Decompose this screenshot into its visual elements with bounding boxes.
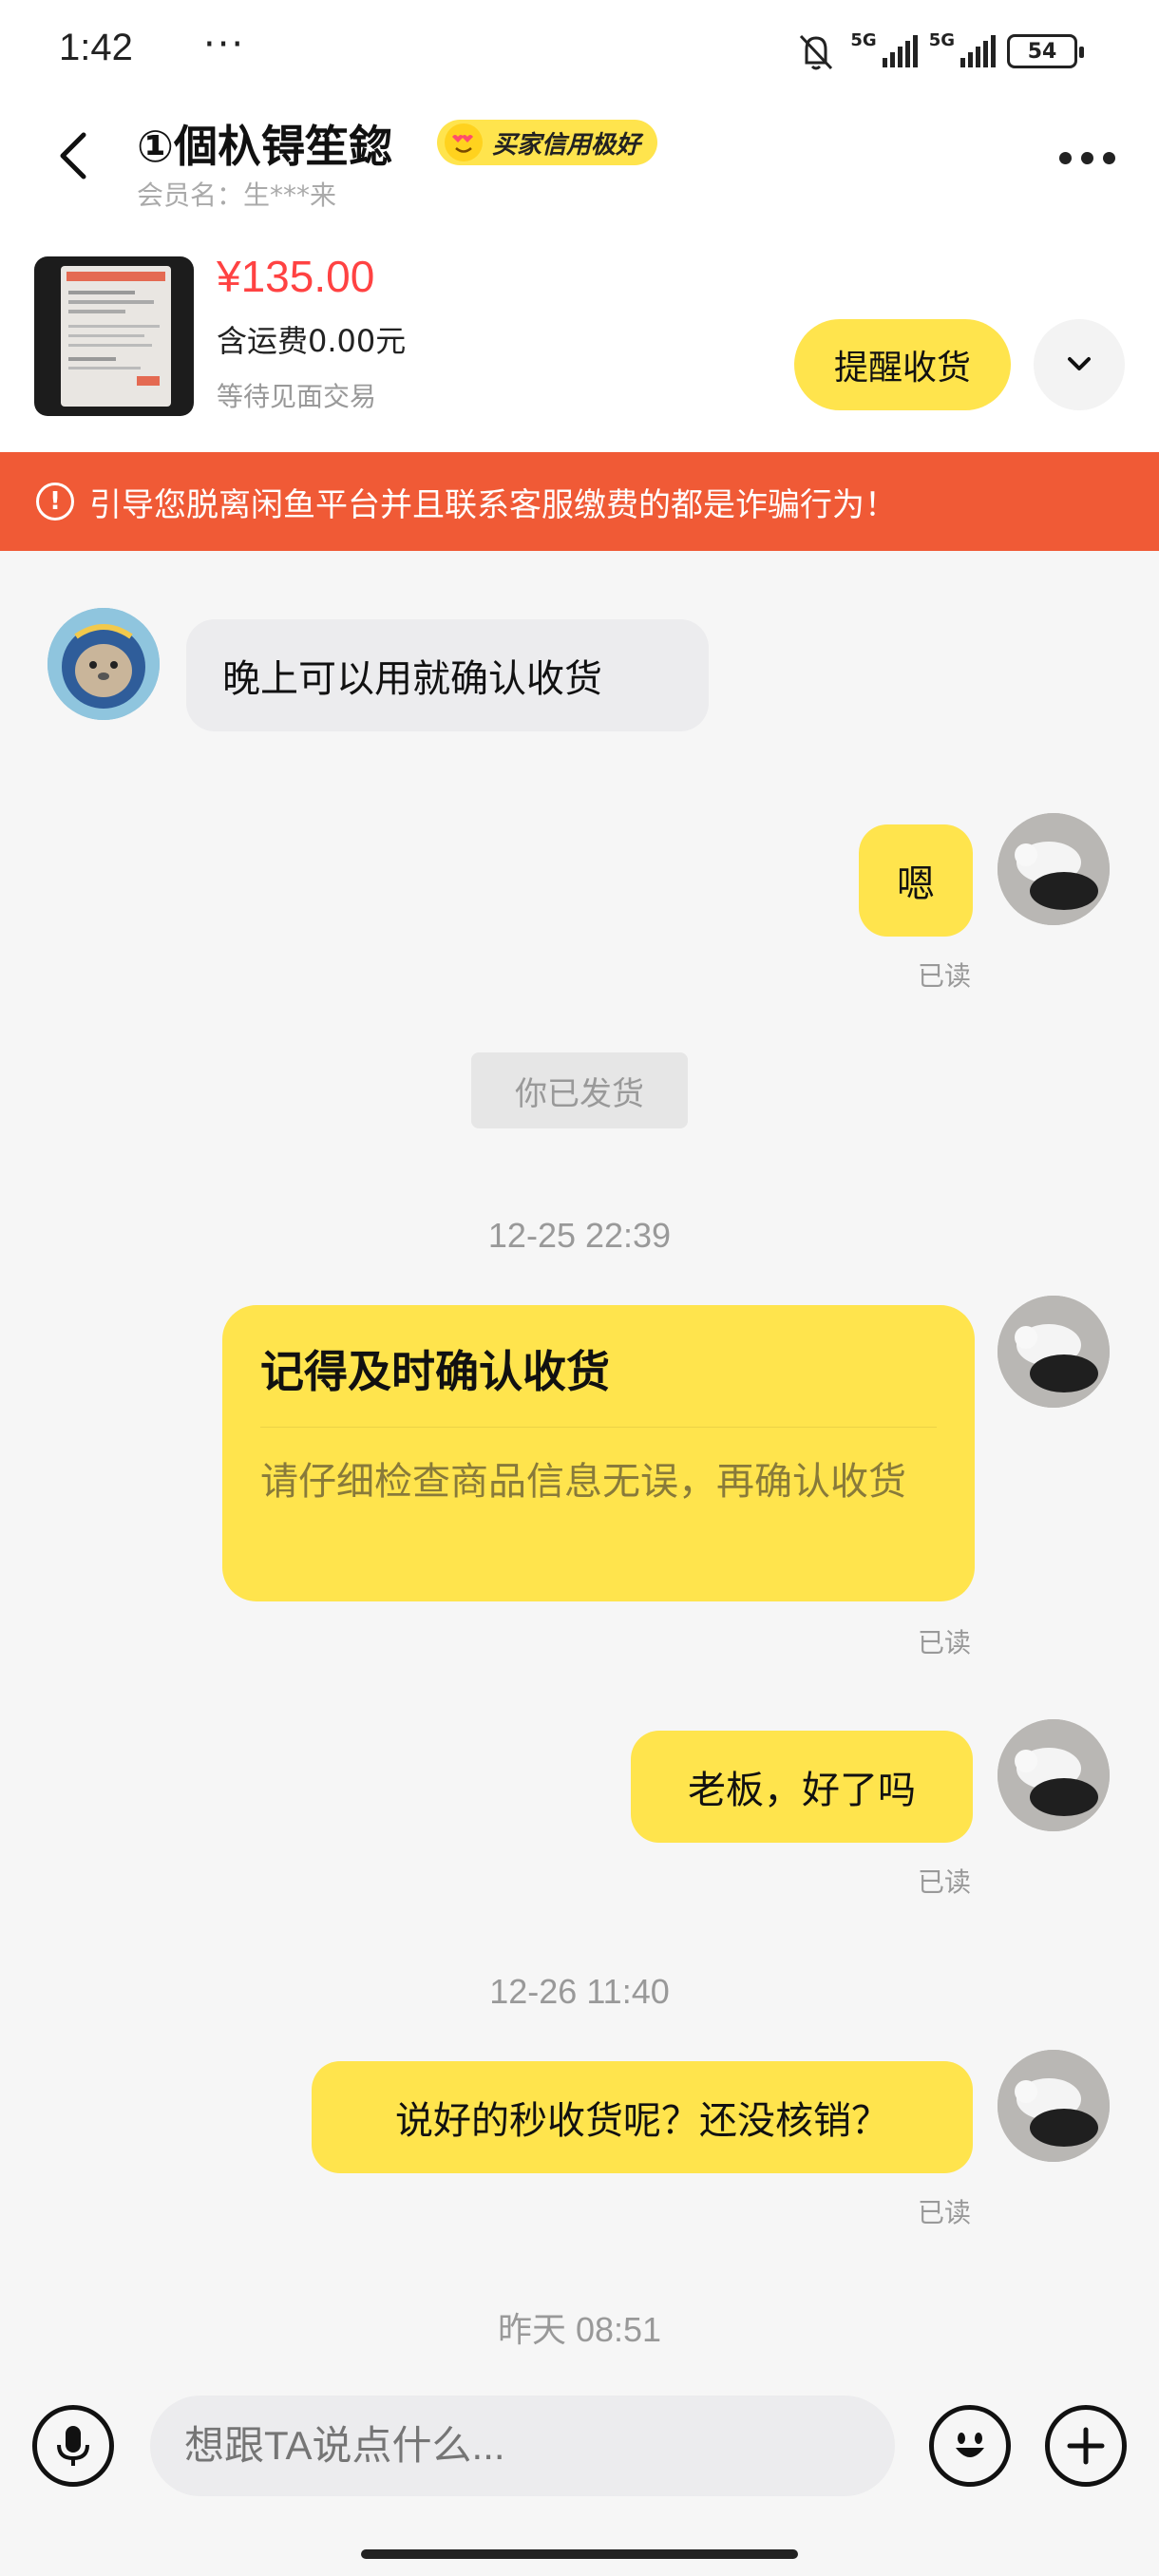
warning-icon: ! xyxy=(36,483,74,521)
system-message: 你已发货 xyxy=(471,1052,688,1128)
chat-title: ①個杁锝笙鍃 xyxy=(137,121,392,172)
my-avatar[interactable] xyxy=(998,813,1110,925)
dot-icon xyxy=(1059,152,1072,164)
message-bubble-incoming: 晚上可以用就确认收货 xyxy=(186,619,709,731)
my-avatar[interactable] xyxy=(998,1719,1110,1831)
signal-icon xyxy=(882,35,918,67)
silent-bell-icon xyxy=(800,34,833,70)
trade-status: 等待见面交易 xyxy=(217,381,377,412)
fraud-warning-banner: ! 引导您脱离闲鱼平台并且联系客服缴费的都是诈骗行为！ xyxy=(0,452,1159,551)
seller-avatar[interactable] xyxy=(48,608,160,720)
network-label-1: 5G xyxy=(850,30,877,50)
home-indicator[interactable] xyxy=(361,2549,798,2559)
emoji-button[interactable] xyxy=(929,2405,1011,2487)
status-time: 1:42 xyxy=(59,27,133,68)
status-more-dots: ··· xyxy=(203,23,246,66)
heart-eyes-icon xyxy=(445,123,483,161)
my-avatar[interactable] xyxy=(998,1296,1110,1408)
plus-icon xyxy=(1067,2427,1105,2465)
signal-icon xyxy=(960,35,996,67)
dot-icon xyxy=(1081,152,1093,164)
microphone-icon xyxy=(57,2426,89,2466)
member-name: 会员名：生***来 xyxy=(137,180,337,211)
credit-badge-label: 买家信用极好 xyxy=(492,130,641,160)
timestamp: 12-26 11:40 xyxy=(489,1972,670,2011)
chevron-left-icon xyxy=(60,132,86,180)
message-bubble-outgoing: 嗯 xyxy=(859,824,973,937)
voice-button[interactable] xyxy=(32,2405,114,2487)
message-bubble-outgoing: 说好的秒收货呢？还没核销？ xyxy=(312,2061,973,2173)
product-price: ¥135.00 xyxy=(217,252,375,301)
my-avatar[interactable] xyxy=(998,2050,1110,2162)
chevron-down-icon xyxy=(1068,357,1091,370)
add-button[interactable] xyxy=(1045,2405,1127,2487)
read-receipt: 已读 xyxy=(918,2197,972,2228)
message-input[interactable] xyxy=(150,2396,895,2496)
message-bubble-outgoing: 老板，好了吗 xyxy=(631,1731,973,1843)
remind-receipt-button[interactable]: 提醒收货 xyxy=(794,319,1011,410)
credit-badge: 买家信用极好 xyxy=(437,120,658,165)
network-label-2: 5G xyxy=(928,30,955,50)
expand-button[interactable] xyxy=(1034,319,1125,410)
dot-icon xyxy=(1103,152,1115,164)
receipt-image xyxy=(61,266,171,407)
product-thumbnail[interactable] xyxy=(34,256,194,416)
card-body: 请仔细检查商品信息无误，再确认收货 xyxy=(260,1460,906,1504)
more-menu-button[interactable] xyxy=(1059,152,1115,164)
smiley-icon xyxy=(956,2433,984,2457)
warning-text: 引导您脱离闲鱼平台并且联系客服缴费的都是诈骗行为！ xyxy=(89,485,897,524)
read-receipt: 已读 xyxy=(918,1866,972,1898)
timestamp: 12-25 22:39 xyxy=(487,1216,672,1255)
shipping-fee: 含运费0.00元 xyxy=(217,323,407,359)
card-title: 记得及时确认收货 xyxy=(260,1337,937,1428)
timestamp: 昨天 08:51 xyxy=(497,2310,662,2349)
read-receipt: 已读 xyxy=(918,960,972,992)
read-receipt: 已读 xyxy=(918,1627,972,1658)
back-button[interactable] xyxy=(48,127,104,184)
status-icons: 5G 5G 54 xyxy=(793,30,1084,72)
battery-icon: 54 xyxy=(1007,34,1084,68)
confirm-receipt-card[interactable]: 记得及时确认收货 请仔细检查商品信息无误，再确认收货 xyxy=(222,1305,975,1601)
